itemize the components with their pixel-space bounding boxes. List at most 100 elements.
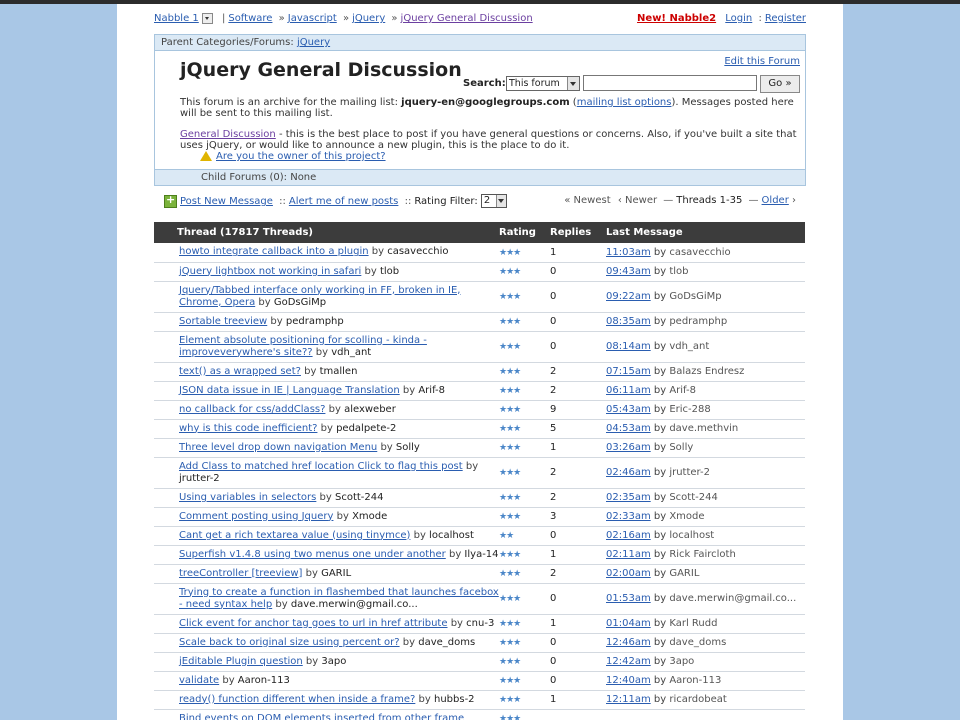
- thread-title-link[interactable]: Click event for anchor tag goes to url i…: [179, 618, 448, 629]
- last-message-author[interactable]: Arif-8: [669, 385, 696, 396]
- thread-title-link[interactable]: howto integrate callback into a plugin: [179, 246, 369, 257]
- last-message-time-link[interactable]: 06:11am: [606, 385, 651, 396]
- mailing-list-options-link[interactable]: mailing list options: [577, 97, 672, 108]
- thread-title-link[interactable]: Cant get a rich textarea value (using ti…: [179, 530, 410, 541]
- last-message-author[interactable]: Rick Faircloth: [669, 549, 735, 560]
- thread-title-link[interactable]: Comment posting using Jquery: [179, 511, 333, 522]
- thread-author[interactable]: casavecchio: [387, 246, 448, 257]
- thread-author[interactable]: Ilya-14: [464, 549, 498, 560]
- thread-author[interactable]: hubbs-2: [434, 694, 475, 705]
- thread-author[interactable]: vdh_ant: [331, 347, 371, 358]
- thread-author[interactable]: tmallen: [320, 366, 358, 377]
- thread-title-link[interactable]: text() as a wrapped set?: [179, 366, 301, 377]
- last-message-time-link[interactable]: 02:35am: [606, 492, 651, 503]
- thread-title-link[interactable]: Using variables in selectors: [179, 492, 316, 503]
- javascript-link[interactable]: Javascript: [288, 13, 337, 24]
- last-message-author[interactable]: GARIL: [669, 568, 699, 579]
- login-link[interactable]: Login: [725, 13, 752, 24]
- edit-forum-link[interactable]: Edit this Forum: [724, 56, 800, 67]
- last-message-time-link[interactable]: 11:03am: [606, 247, 651, 258]
- last-message-author[interactable]: pedramphp: [669, 316, 727, 327]
- post-new-message-link[interactable]: Post New Message: [180, 196, 273, 207]
- last-message-time-link[interactable]: 03:26am: [606, 442, 651, 453]
- last-message-author[interactable]: Aaron-113: [669, 675, 721, 686]
- last-message-author[interactable]: Scott-244: [669, 492, 718, 503]
- thread-author[interactable]: 3apo: [321, 656, 346, 667]
- last-message-author[interactable]: dave.methvin: [669, 423, 738, 434]
- newer-link[interactable]: ‹ Newer: [618, 195, 657, 206]
- nabble-link[interactable]: Nabble 1: [154, 13, 199, 24]
- header-rating[interactable]: Rating: [499, 222, 544, 243]
- last-message-author[interactable]: ricardobeat: [669, 694, 726, 705]
- older-link[interactable]: Older: [762, 195, 789, 206]
- last-message-time-link[interactable]: 12:46am: [606, 637, 651, 648]
- thread-title-link[interactable]: jEditable Plugin question: [179, 656, 303, 667]
- last-message-author[interactable]: localhost: [669, 530, 714, 541]
- last-message-time-link[interactable]: 01:04am: [606, 618, 651, 629]
- last-message-author[interactable]: dave_doms: [669, 637, 726, 648]
- thread-author[interactable]: Xmode: [352, 511, 387, 522]
- last-message-author[interactable]: 3apo: [669, 656, 694, 667]
- last-message-author[interactable]: Eric-288: [669, 404, 710, 415]
- software-link[interactable]: Software: [228, 13, 272, 24]
- thread-title-link[interactable]: Element absolute positioning for scollin…: [179, 335, 427, 358]
- register-link[interactable]: Register: [765, 13, 806, 24]
- header-thread[interactable]: Thread (17817 Threads): [154, 222, 499, 243]
- go-button[interactable]: Go »: [760, 75, 800, 93]
- last-message-time-link[interactable]: 09:22am: [606, 291, 651, 302]
- alert-new-posts-link[interactable]: Alert me of new posts: [289, 196, 399, 207]
- thread-title-link[interactable]: ready() function different when inside a…: [179, 694, 415, 705]
- thread-author[interactable]: GoDsGiMp: [274, 297, 326, 308]
- last-message-author[interactable]: vdh_ant: [669, 341, 709, 352]
- thread-author[interactable]: Aaron-113: [238, 675, 290, 686]
- thread-title-link[interactable]: Three level drop down navigation Menu: [179, 442, 377, 453]
- last-message-time-link[interactable]: 12:11am: [606, 694, 651, 705]
- thread-author[interactable]: pedalpete-2: [336, 423, 396, 434]
- last-message-time-link[interactable]: 08:35am: [606, 316, 651, 327]
- thread-title-link[interactable]: Superfish v1.4.8 using two menus one und…: [179, 549, 446, 560]
- thread-title-link[interactable]: jQuery lightbox not working in safari: [179, 266, 361, 277]
- thread-title-link[interactable]: Bind events on DOM elements inserted fro…: [179, 713, 464, 720]
- nabble-dropdown-icon[interactable]: [201, 13, 213, 24]
- thread-title-link[interactable]: validate: [179, 675, 219, 686]
- last-message-author[interactable]: jrutter-2: [669, 467, 710, 478]
- search-input[interactable]: [583, 75, 757, 91]
- last-message-author[interactable]: dave.merwin@gmail.co...: [669, 593, 796, 604]
- last-message-time-link[interactable]: 02:33am: [606, 511, 651, 522]
- new-post-icon[interactable]: [164, 193, 177, 208]
- last-message-author[interactable]: Solly: [669, 442, 693, 453]
- last-message-time-link[interactable]: 02:11am: [606, 549, 651, 560]
- thread-title-link[interactable]: Scale back to original size using percen…: [179, 637, 400, 648]
- thread-author[interactable]: dave_doms: [418, 637, 475, 648]
- current-forum-link[interactable]: jQuery General Discussion: [401, 13, 533, 24]
- parent-jquery-link[interactable]: jQuery: [297, 37, 330, 48]
- thread-title-link[interactable]: why is this code inefficient?: [179, 423, 317, 434]
- last-message-time-link[interactable]: 02:46am: [606, 467, 651, 478]
- last-message-time-link[interactable]: 02:16am: [606, 530, 651, 541]
- thread-author[interactable]: Arif-8: [418, 385, 445, 396]
- thread-author[interactable]: Scott-244: [335, 492, 384, 503]
- last-message-author[interactable]: Karl Rudd: [669, 618, 717, 629]
- thread-author[interactable]: alexweber: [344, 404, 396, 415]
- last-message-time-link[interactable]: 05:43am: [606, 404, 651, 415]
- newest-link[interactable]: « Newest: [564, 195, 610, 206]
- thread-title-link[interactable]: no callback for css/addClass?: [179, 404, 325, 415]
- thread-author[interactable]: pedramphp: [286, 316, 344, 327]
- last-message-time-link[interactable]: 02:00am: [606, 568, 651, 579]
- owner-link[interactable]: Are you the owner of this project?: [216, 151, 386, 162]
- last-message-time-link[interactable]: 04:53am: [606, 423, 651, 434]
- last-message-author[interactable]: GoDsGiMp: [669, 291, 721, 302]
- thread-author[interactable]: dave.merwin@gmail.co...: [291, 599, 418, 610]
- general-discussion-link[interactable]: General Discussion: [180, 129, 276, 140]
- new-nabble-link[interactable]: New! Nabble2: [637, 13, 716, 24]
- jquery-link[interactable]: jQuery: [352, 13, 385, 24]
- last-message-author[interactable]: Xmode: [669, 511, 704, 522]
- thread-author[interactable]: jrutter-2: [179, 473, 220, 484]
- last-message-time-link[interactable]: 08:14am: [606, 341, 651, 352]
- header-replies[interactable]: Replies: [544, 222, 604, 243]
- thread-author[interactable]: localhost: [429, 530, 474, 541]
- thread-author[interactable]: GARIL: [321, 568, 351, 579]
- last-message-author[interactable]: tlob: [669, 266, 688, 277]
- header-last-message[interactable]: Last Message: [604, 222, 805, 243]
- thread-title-link[interactable]: treeController [treeview]: [179, 568, 302, 579]
